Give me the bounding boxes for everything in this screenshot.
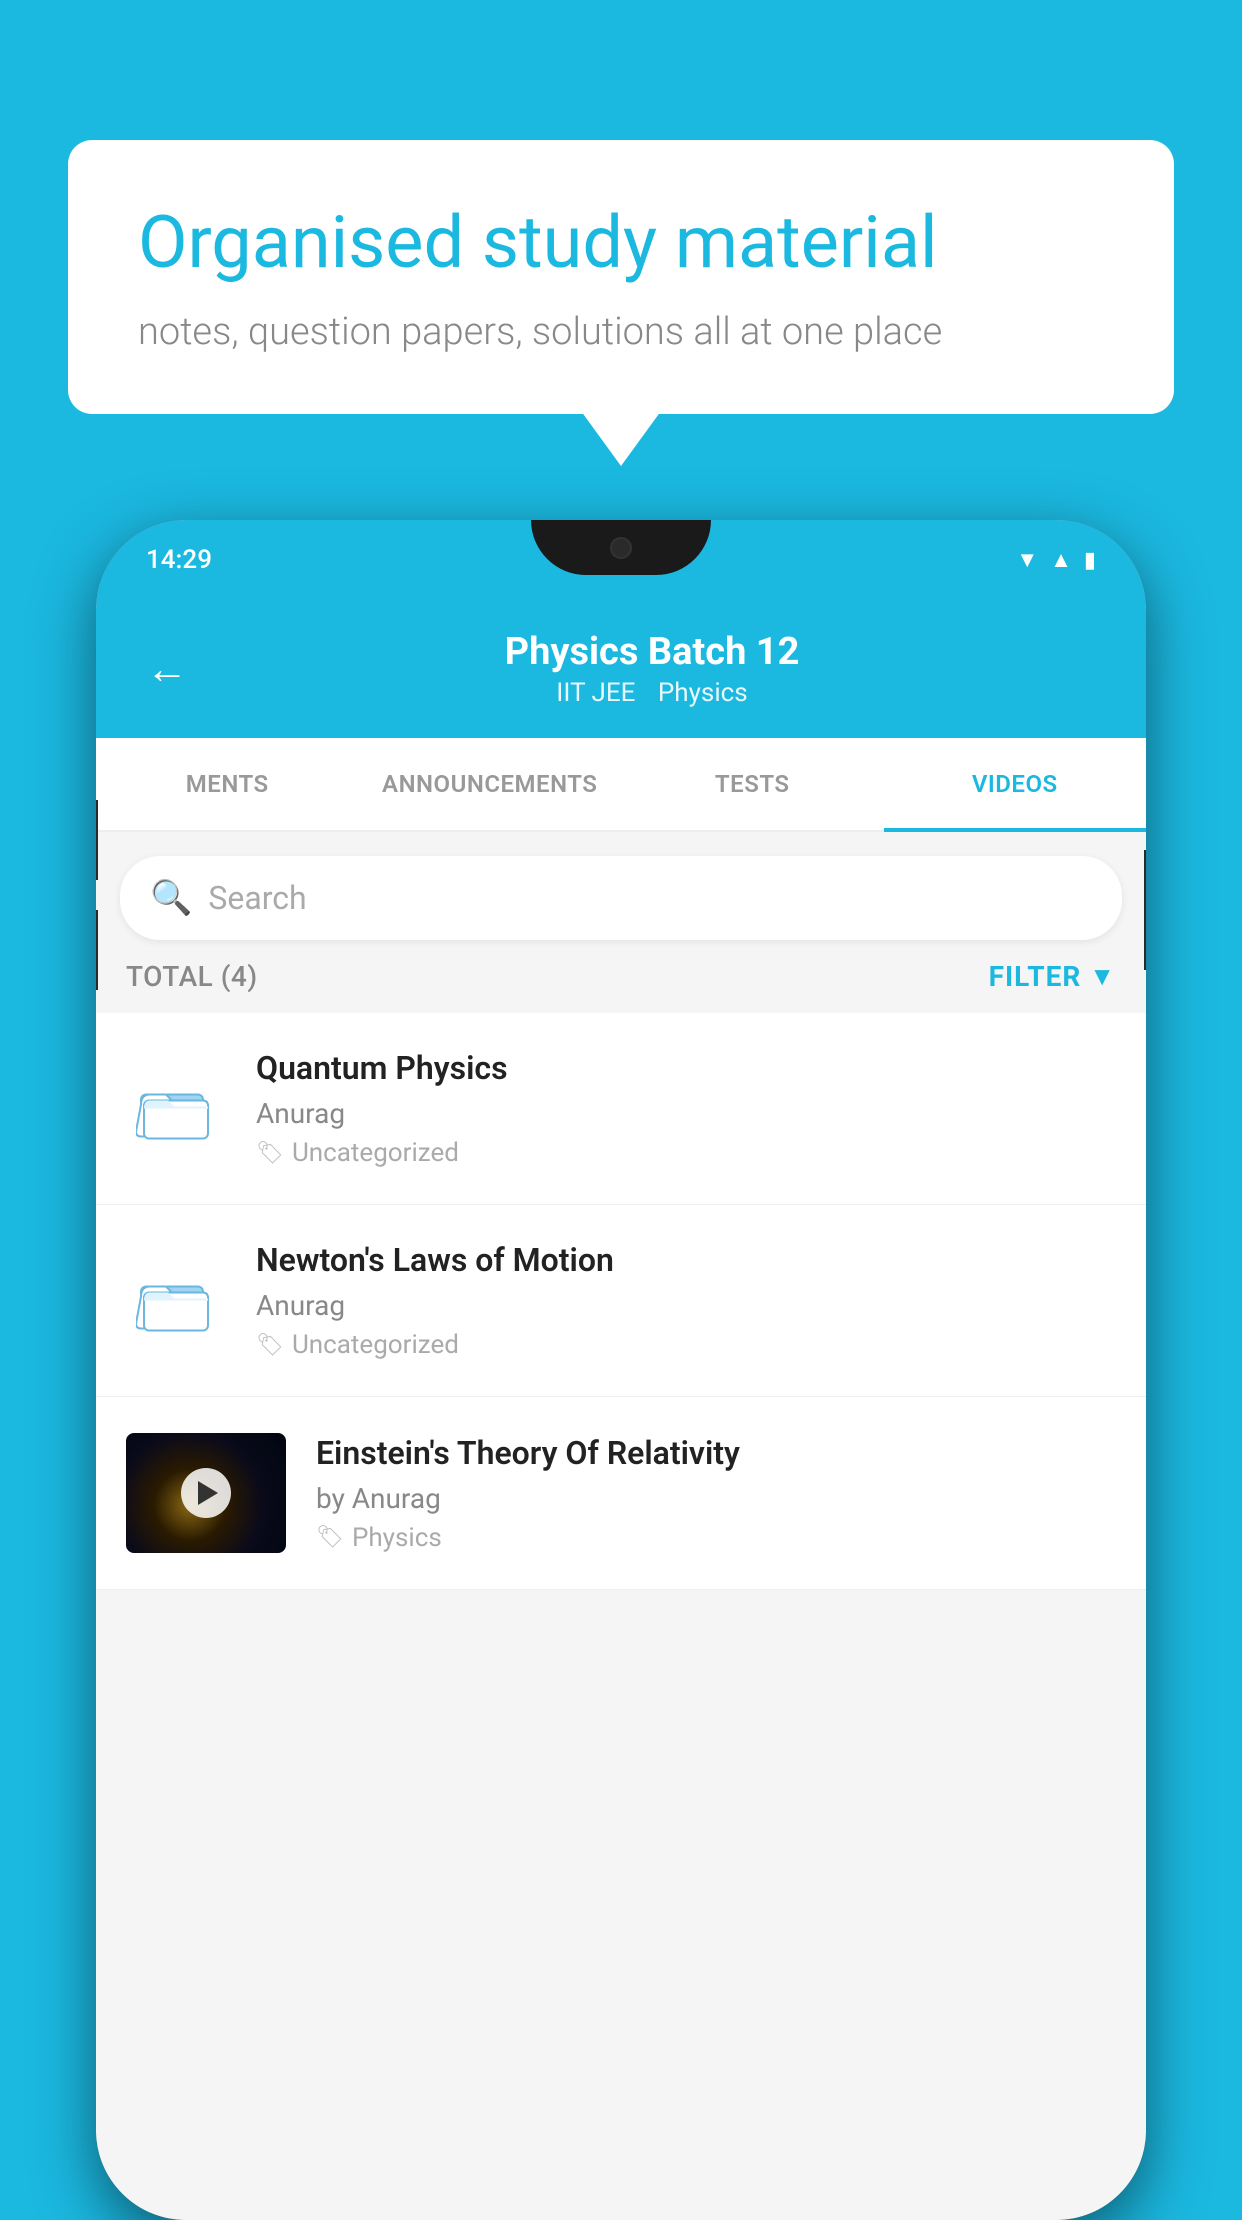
phone-power-button	[1144, 850, 1146, 970]
phone-notch	[531, 520, 711, 575]
content-area: 🔍 Search TOTAL (4) FILTER ▼	[96, 832, 1146, 2220]
phone-frame: 14:29 ▼ ▲ ▮ ← Physics Batch 12 IIT JEE P…	[96, 520, 1146, 2220]
search-bar[interactable]: 🔍 Search	[120, 856, 1122, 940]
status-icons: ▼ ▲ ▮	[1016, 547, 1096, 573]
front-camera	[610, 537, 632, 559]
app-header: ← Physics Batch 12 IIT JEE Physics	[96, 600, 1146, 738]
video-tag: 🏷 Physics	[316, 1523, 1116, 1553]
speech-bubble: Organised study material notes, question…	[68, 140, 1174, 414]
batch-title: Physics Batch 12	[208, 630, 1096, 674]
signal-icon: ▲	[1050, 547, 1072, 573]
filter-button[interactable]: FILTER ▼	[989, 960, 1116, 993]
video-title: Einstein's Theory Of Relativity	[316, 1434, 1116, 1472]
video-title: Newton's Laws of Motion	[256, 1241, 1116, 1279]
speech-bubble-title: Organised study material	[138, 200, 1104, 286]
list-item[interactable]: Quantum Physics Anurag 🏷 Uncategorized	[96, 1013, 1146, 1205]
folder-icon	[126, 1251, 226, 1351]
back-button[interactable]: ←	[146, 645, 188, 694]
video-info: Einstein's Theory Of Relativity by Anura…	[316, 1434, 1116, 1553]
video-info: Quantum Physics Anurag 🏷 Uncategorized	[256, 1049, 1116, 1168]
phone-volume-down-button	[96, 910, 98, 990]
list-item[interactable]: Newton's Laws of Motion Anurag 🏷 Uncateg…	[96, 1205, 1146, 1397]
header-title-area: Physics Batch 12 IIT JEE Physics	[208, 630, 1096, 708]
video-info: Newton's Laws of Motion Anurag 🏷 Uncateg…	[256, 1241, 1116, 1360]
video-author: Anurag	[256, 1289, 1116, 1322]
battery-icon: ▮	[1084, 548, 1096, 573]
search-placeholder: Search	[208, 879, 306, 917]
batch-category: IIT JEE	[556, 678, 635, 708]
total-count: TOTAL (4)	[126, 960, 258, 993]
video-tag: 🏷 Uncategorized	[256, 1138, 1116, 1168]
video-title: Quantum Physics	[256, 1049, 1116, 1087]
batch-subject: Physics	[658, 678, 748, 708]
status-bar: 14:29 ▼ ▲ ▮	[96, 520, 1146, 600]
tag-icon: 🏷	[316, 1525, 344, 1550]
list-item[interactable]: Einstein's Theory Of Relativity by Anura…	[96, 1397, 1146, 1590]
video-list: Quantum Physics Anurag 🏷 Uncategorized	[96, 1013, 1146, 1590]
filter-bar: TOTAL (4) FILTER ▼	[96, 940, 1146, 1013]
batch-subtitle: IIT JEE Physics	[208, 678, 1096, 708]
play-button[interactable]	[181, 1468, 231, 1518]
folder-icon	[126, 1059, 226, 1159]
tab-tests[interactable]: TESTS	[621, 738, 884, 830]
tag-icon: 🏷	[256, 1141, 284, 1166]
speech-bubble-container: Organised study material notes, question…	[68, 140, 1174, 414]
phone-screen: 14:29 ▼ ▲ ▮ ← Physics Batch 12 IIT JEE P…	[96, 520, 1146, 2220]
wifi-icon: ▼	[1016, 547, 1038, 573]
filter-icon: ▼	[1089, 961, 1116, 992]
tab-announcements[interactable]: ANNOUNCEMENTS	[359, 738, 622, 830]
tab-videos[interactable]: VIDEOS	[884, 738, 1147, 830]
video-author: by Anurag	[316, 1482, 1116, 1515]
search-icon: 🔍	[150, 878, 192, 918]
play-icon	[198, 1481, 218, 1505]
speech-bubble-subtitle: notes, question papers, solutions all at…	[138, 310, 1104, 354]
tab-bar: MENTS ANNOUNCEMENTS TESTS VIDEOS	[96, 738, 1146, 832]
tab-ments[interactable]: MENTS	[96, 738, 359, 830]
video-author: Anurag	[256, 1097, 1116, 1130]
tag-icon: 🏷	[256, 1333, 284, 1358]
status-time: 14:29	[146, 545, 212, 575]
video-thumbnail	[126, 1433, 286, 1553]
video-tag: 🏷 Uncategorized	[256, 1330, 1116, 1360]
